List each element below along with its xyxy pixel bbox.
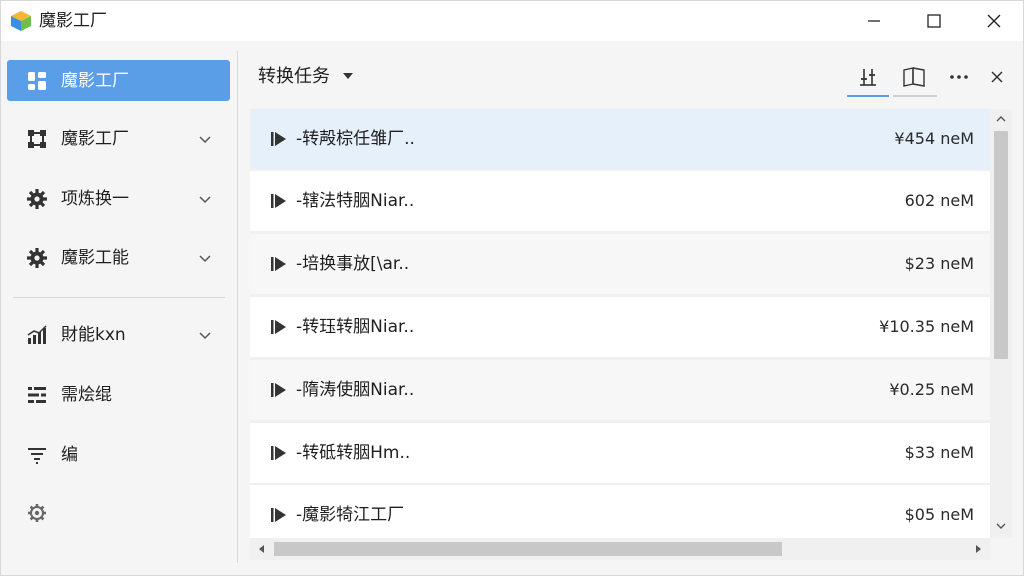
close-icon (991, 71, 1003, 83)
sidebar-item-home[interactable]: 魔影工厂 (7, 60, 230, 101)
list-icon (25, 383, 49, 407)
task-name: -培换事放[\ar.. (296, 254, 410, 274)
task-size: $05 neM (904, 505, 974, 524)
sidebar-item-label: 魔影工能 (61, 247, 129, 268)
chevron-left-icon[interactable] (256, 543, 268, 555)
sidebar-item-label: 魔影工厂 (61, 70, 129, 91)
app-window: 魔影工厂 魔影工厂 魔影工厂 项炼换⼀ 魔影工能 財能kxn 需烩绲 编 转换任… (0, 0, 1024, 576)
more-button[interactable] (938, 59, 980, 95)
task-size: ¥454 neM (894, 129, 974, 148)
sidebar-item-convert[interactable]: 项炼换⼀ (7, 178, 230, 219)
sidebar-item-crop[interactable]: 魔影工厂 (7, 118, 230, 159)
book-button[interactable] (893, 59, 935, 95)
table-row[interactable]: -魔影犄江工厂 $05 neM (250, 485, 990, 538)
task-list[interactable]: -转殸棕任雏厂.. ¥454 neM -辖法特胭Niar.. 602 neM -… (250, 109, 990, 538)
main-header: 转换任务 (238, 41, 1023, 105)
task-size: ¥0.25 neM (889, 380, 974, 399)
task-name: -辖法特胭Niar.. (296, 191, 415, 211)
crop-icon (25, 127, 49, 151)
active-tool-indicator (847, 95, 889, 97)
sidebar-item-list[interactable]: 需烩绲 (7, 374, 230, 415)
play-icon[interactable] (270, 130, 288, 148)
sidebar-item-stats[interactable]: 財能kxn (7, 314, 230, 355)
sidebar-item-filter[interactable]: 编 (7, 434, 230, 475)
book-icon (903, 67, 925, 87)
task-size: $33 neM (904, 443, 974, 462)
grid-icon (25, 69, 49, 93)
task-name: -转殸棕任雏厂.. (296, 129, 415, 149)
more-icon (950, 75, 968, 79)
chart-icon (25, 323, 49, 347)
page-title[interactable]: 转换任务 (258, 65, 330, 89)
chevron-down-icon[interactable] (995, 520, 1007, 532)
chevron-down-icon (199, 195, 211, 203)
chevron-down-icon (199, 331, 211, 339)
close-icon (987, 14, 1001, 28)
app-logo-icon (11, 11, 31, 31)
sidebar-item-label: 財能kxn (61, 324, 126, 345)
close-window-button[interactable] (964, 1, 1024, 41)
table-row[interactable]: -转殸棕任雏厂.. ¥454 neM (250, 109, 990, 169)
sidebar-item-label: 编 (61, 444, 78, 465)
window-title: 魔影工厂 (39, 11, 107, 31)
play-icon[interactable] (270, 192, 288, 210)
sliders-icon (860, 69, 876, 86)
table-row[interactable]: -隋涛使胭Niar.. ¥0.25 neM (250, 360, 990, 420)
sidebar-item-label: 项炼换⼀ (61, 188, 129, 209)
scrollbar-thumb[interactable] (994, 131, 1008, 359)
chevron-right-icon[interactable] (972, 543, 984, 555)
task-size: $23 neM (904, 254, 974, 273)
task-size: 602 neM (904, 191, 974, 210)
chevron-down-icon (199, 254, 211, 262)
title-bar: 魔影工厂 (1, 1, 1023, 41)
sidebar: 魔影工厂 魔影工厂 项炼换⼀ 魔影工能 財能kxn 需烩绲 编 (1, 41, 237, 575)
play-icon[interactable] (270, 255, 288, 273)
task-name: -魔影犄江工厂 (296, 505, 405, 525)
main-panel: 转换任务 -转殸棕任雏厂.. ¥454 neM -辖法特胭Niar.. 602 … (238, 41, 1023, 575)
sidebar-item-label: 魔影工厂 (61, 128, 129, 149)
sliders-button[interactable] (847, 59, 889, 95)
task-name: -转砥转胭Hm.. (296, 443, 411, 463)
task-name: -转珏转胭Niar.. (296, 317, 415, 337)
filter-icon (25, 443, 49, 467)
table-row[interactable]: -转砥转胭Hm.. $33 neM (250, 423, 990, 483)
chevron-down-icon (199, 135, 211, 143)
settings-icon (25, 501, 49, 525)
task-size: ¥10.35 neM (879, 317, 974, 336)
task-name: -隋涛使胭Niar.. (296, 380, 415, 400)
sidebar-item-label: 需烩绲 (61, 384, 112, 405)
sidebar-divider (13, 297, 225, 298)
sidebar-item-settings[interactable] (7, 492, 230, 533)
vertical-scrollbar[interactable] (990, 109, 1012, 538)
sidebar-item-tools[interactable]: 魔影工能 (7, 237, 230, 278)
play-icon[interactable] (270, 506, 288, 524)
maximize-button[interactable] (904, 1, 964, 41)
maximize-icon (927, 14, 941, 28)
caret-down-icon[interactable] (343, 73, 353, 79)
gear-icon (25, 246, 49, 270)
scrollbar-thumb[interactable] (274, 542, 782, 556)
chevron-up-icon[interactable] (995, 113, 1007, 125)
table-row[interactable]: -转珏转胭Niar.. ¥10.35 neM (250, 297, 990, 357)
minimize-icon (868, 20, 880, 22)
table-row[interactable]: -培换事放[\ar.. $23 neM (250, 234, 990, 294)
table-row[interactable]: -辖法特胭Niar.. 602 neM (250, 171, 990, 231)
horizontal-scrollbar[interactable] (250, 538, 990, 560)
play-icon[interactable] (270, 381, 288, 399)
gear-icon (25, 187, 49, 211)
play-icon[interactable] (270, 444, 288, 462)
minimize-button[interactable] (844, 1, 904, 41)
tool-indicator (893, 95, 937, 97)
close-panel-button[interactable] (976, 59, 1018, 95)
play-icon[interactable] (270, 318, 288, 336)
